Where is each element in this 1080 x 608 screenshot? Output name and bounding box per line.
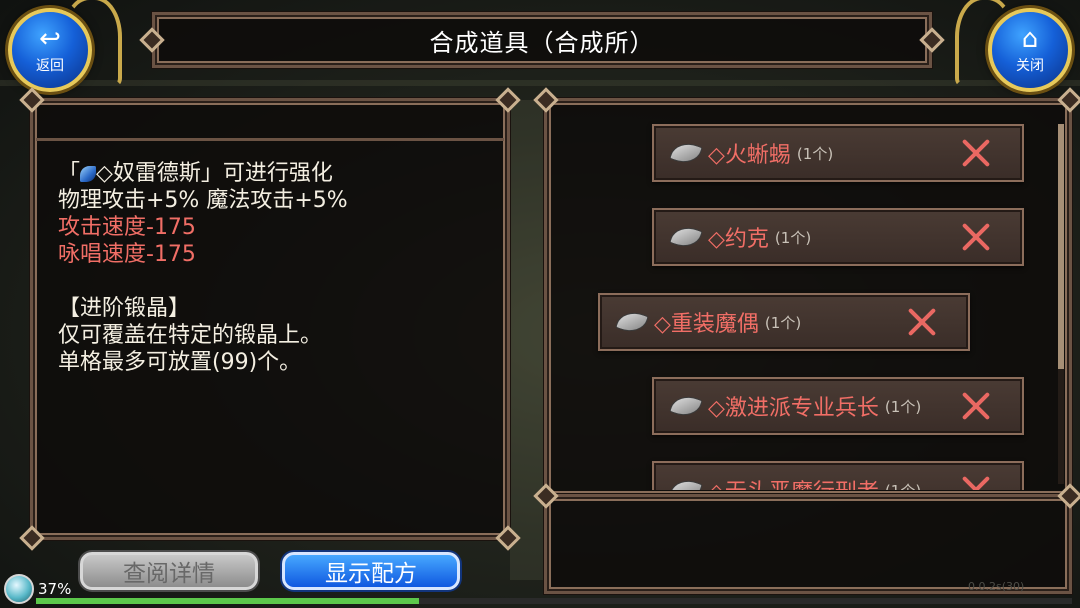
home-icon: ⌂ <box>1021 23 1039 54</box>
page-title: 合成道具（合成所） <box>429 28 655 57</box>
list-item-selected[interactable]: ◇重装魔偶 (1个) <box>598 293 970 351</box>
description-divider <box>36 138 504 141</box>
material-count: (1个) <box>884 397 922 416</box>
material-name: ◇火蜥蜴 <box>708 143 791 168</box>
list-item[interactable]: ◇约克 (1个) <box>652 208 1024 266</box>
view-details-label: 查阅详情 <box>123 561 215 587</box>
list-item[interactable]: ◇火蜥蜴 (1个) <box>652 124 1024 182</box>
enhance-target-text: ◇奴雷德斯」可进行强化 <box>96 161 333 186</box>
material-count: (1个) <box>764 313 802 332</box>
leaf-material-icon <box>669 390 703 422</box>
progress-percent: 37% <box>38 580 72 598</box>
bracket-text: 「 <box>58 161 81 186</box>
leaf-material-icon <box>615 306 649 338</box>
item-description: 「 ◇奴雷德斯」可进行强化 物理攻击+5% 魔法攻击+5% 攻击速度-175 咏唱… <box>58 160 348 376</box>
scroll-thumb[interactable] <box>1058 124 1064 369</box>
leaf-material-icon <box>669 221 703 253</box>
material-name: ◇约克 <box>708 227 769 252</box>
overlay-rule-text: 仅可覆盖在特定的锻晶上。 <box>58 323 323 348</box>
show-recipe-label: 显示配方 <box>325 561 417 587</box>
remove-x-icon[interactable] <box>906 306 938 338</box>
show-recipe-button[interactable]: 显示配方 <box>282 552 460 590</box>
cast-speed-text: 咏唱速度-175 <box>58 242 196 267</box>
material-name: ◇激进派专业兵长 <box>708 396 879 421</box>
stack-limit-text: 单格最多可放置(99)个。 <box>58 350 302 375</box>
back-arrow-icon: ↩ <box>39 23 61 54</box>
remove-x-icon[interactable] <box>960 474 992 490</box>
back-button[interactable]: ↩ 返回 <box>8 8 92 92</box>
progress-fill <box>36 598 420 604</box>
category-text: 【进阶锻晶】 <box>58 296 191 321</box>
title-bar: 合成道具（合成所） <box>152 12 932 68</box>
background-beam <box>0 80 1080 86</box>
list-item[interactable]: ◇激进派专业兵长 (1个) <box>652 377 1024 435</box>
material-name: ◇重装魔偶 <box>654 312 759 337</box>
back-button-label: 返回 <box>36 57 64 74</box>
leaf-material-icon <box>669 474 703 490</box>
remove-x-icon[interactable] <box>960 221 992 253</box>
close-button-label: 关闭 <box>1016 57 1044 74</box>
remove-x-icon[interactable] <box>960 137 992 169</box>
connection-status-icon <box>4 574 34 604</box>
crystal-gem-icon <box>80 166 97 182</box>
list-item[interactable]: ◇无头恶魔行刑者 (1个) <box>652 461 1024 490</box>
enhance-line: 「 ◇奴雷德斯」可进行强化 <box>58 160 348 187</box>
material-count: (1个) <box>885 480 921 491</box>
attack-speed-text: 攻击速度-175 <box>58 215 196 240</box>
attack-bonus-text: 物理攻击+5% 魔法攻击+5% <box>58 188 348 213</box>
material-name: ◇无头恶魔行刑者 <box>708 474 879 490</box>
remove-x-icon[interactable] <box>960 390 992 422</box>
material-count: (1个) <box>796 144 834 163</box>
material-count: (1个) <box>774 228 812 247</box>
version-text: 0.0.2s(30) <box>968 580 1025 593</box>
material-list[interactable]: ◇火蜥蜴 (1个) ◇约克 (1个) ◇重装魔偶 (1个) ◇激进派专业兵长 (… <box>560 110 1050 490</box>
result-panel <box>533 483 1080 594</box>
list-scrollbar[interactable] <box>1058 124 1064 484</box>
leaf-material-icon <box>669 137 703 169</box>
close-button[interactable]: ⌂ 关闭 <box>988 8 1072 92</box>
view-details-button[interactable]: 查阅详情 <box>80 552 258 590</box>
loading-progress-bar <box>36 598 1072 604</box>
